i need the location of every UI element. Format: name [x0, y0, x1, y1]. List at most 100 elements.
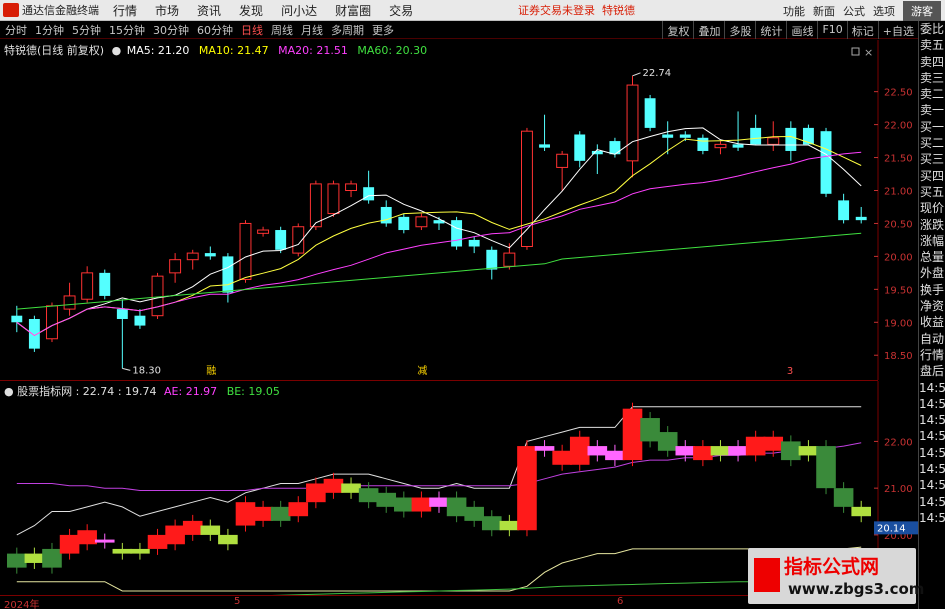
candle-body-up	[81, 272, 94, 300]
side-panel-item[interactable]: 14:50	[919, 461, 945, 477]
candle-body-down	[697, 137, 709, 151]
menu-new-page[interactable]: 新面	[813, 3, 835, 19]
period-15min[interactable]: 15分钟	[109, 22, 145, 38]
tool-mark[interactable]: 标记	[846, 21, 878, 39]
menu-formula[interactable]: 公式	[843, 3, 865, 19]
period-1min[interactable]: 1分钟	[35, 22, 64, 38]
side-panel-item[interactable]: 自动	[919, 331, 945, 347]
indicator-bar	[833, 488, 854, 507]
tool-stats[interactable]: 统计	[755, 21, 786, 39]
candle-body-down	[750, 127, 762, 145]
side-panel-item[interactable]: 盘后	[919, 363, 945, 379]
side-panel-item[interactable]: 委比	[919, 21, 945, 37]
menu-discover[interactable]: 发现	[239, 2, 263, 19]
side-panel-item[interactable]: 14:50	[919, 412, 945, 428]
login-notice[interactable]: 证券交易未登录 特锐德	[518, 2, 635, 18]
side-panel-item[interactable]: 14:50	[919, 445, 945, 461]
period-weekly[interactable]: 周线	[271, 22, 293, 38]
side-panel-item[interactable]: 14:50	[919, 477, 945, 493]
period-30min[interactable]: 30分钟	[153, 22, 189, 38]
kline-svg[interactable]: 22.50 22.00 21.50 21.00 20.50 20.00 19.50 19.00…	[0, 40, 918, 380]
side-panel-item[interactable]: 外盘	[919, 265, 945, 281]
menu-news[interactable]: 资讯	[197, 2, 221, 19]
side-panel-item[interactable]: 卖二	[919, 86, 945, 102]
side-panel-item[interactable]: 买三	[919, 151, 945, 167]
period-intraday[interactable]: 分时	[5, 22, 27, 38]
indicator-header: ● 股票指标网 : 22.74 : 19.74 AE: 21.97 BE: 19…	[4, 383, 280, 399]
tool-adjust[interactable]: 复权	[662, 21, 693, 39]
indicator-bar	[253, 506, 273, 521]
period-monthly[interactable]: 月线	[301, 22, 323, 38]
candle-body-up	[169, 259, 182, 274]
indicator-bar	[7, 553, 27, 568]
tool-f10[interactable]: F10	[817, 21, 846, 39]
indicator-bar	[657, 432, 678, 451]
tool-draw[interactable]: 画线	[786, 21, 817, 39]
candle-body-down	[398, 216, 410, 231]
candle-body-down	[732, 144, 744, 148]
menu-wealth[interactable]: 财富圈	[335, 2, 371, 19]
indicator-value-1: : 22.74	[75, 385, 115, 398]
indicator-bar	[675, 446, 696, 456]
indicator-settings-icon[interactable]: ●	[4, 385, 14, 398]
period-multi[interactable]: 多周期	[331, 22, 364, 38]
menu-bar: 通达信金融终端 行情 市场 资讯 发现 问小达 财富圈 交易 证券交易未登录 特…	[0, 0, 945, 21]
menu-market[interactable]: 市场	[155, 2, 179, 19]
side-panel-item[interactable]: 卖五	[919, 37, 945, 53]
event-marker: 3	[787, 366, 793, 377]
side-panel-item[interactable]: 涨幅	[919, 233, 945, 249]
side-panel-item[interactable]: 买四	[919, 168, 945, 184]
side-panel-item[interactable]: 换手	[919, 282, 945, 298]
indicator-value-2: : 19.74	[117, 385, 157, 398]
side-panel-item[interactable]: 涨跌	[919, 217, 945, 233]
side-panel-item[interactable]: 卖三	[919, 70, 945, 86]
indicator-bar	[94, 539, 115, 543]
indicator-chart[interactable]: 22.00 21.00 20.00 20.14 ● 股票指标网 : 22.74 : 1…	[0, 380, 918, 596]
main-kline-chart[interactable]: 22.50 22.00 21.50 21.00 20.50 20.00 19.50 19.00…	[0, 40, 913, 380]
side-panel-item[interactable]: 14:50	[919, 396, 945, 412]
side-panel-item[interactable]: 行情	[919, 347, 945, 363]
price-tick-label: 20.50	[884, 219, 913, 230]
menu-ask[interactable]: 问小达	[281, 2, 317, 19]
tool-add-watchlist[interactable]: +自选	[877, 21, 918, 39]
stock-name: 特锐德	[4, 44, 37, 57]
side-panel-item[interactable]: 买一	[919, 119, 945, 135]
side-panel-item[interactable]: 14:50	[919, 510, 945, 526]
low-price-label: 18.30	[132, 365, 161, 376]
settings-icon[interactable]: ●	[112, 44, 122, 57]
tool-multi-stock[interactable]: 多股	[724, 21, 755, 39]
side-panel-item[interactable]: 买五	[919, 184, 945, 200]
side-panel-item[interactable]: 14:50	[919, 380, 945, 396]
candle-body-down	[99, 272, 111, 296]
indicator-bar	[499, 520, 520, 531]
side-panel-item[interactable]: 卖四	[919, 54, 945, 70]
main-chart-header: 特锐德(日线 前复权) ● MA5: 21.20 MA10: 21.47 MA2…	[4, 42, 427, 58]
candle-body-up	[239, 222, 252, 280]
candle-body-down	[468, 239, 480, 247]
menu-trade[interactable]: 交易	[389, 2, 413, 19]
side-panel-item[interactable]: 14:50	[919, 494, 945, 510]
side-panel-item[interactable]: 净资	[919, 298, 945, 314]
chart-mode: (日线 前复权)	[37, 44, 105, 57]
period-60min[interactable]: 60分钟	[197, 22, 233, 38]
side-panel-item[interactable]: 14:50	[919, 428, 945, 444]
candle-body-down	[785, 127, 797, 151]
side-panel-item[interactable]: 现价	[919, 200, 945, 216]
period-more[interactable]: 更多	[372, 22, 394, 38]
menu-quotes[interactable]: 行情	[113, 2, 137, 19]
side-panel-item[interactable]: 总量	[919, 249, 945, 265]
side-panel-item[interactable]: 卖一	[919, 102, 945, 118]
indicator-bar	[605, 450, 625, 461]
indicator-bar	[745, 436, 766, 456]
menu-function[interactable]: 功能	[783, 3, 805, 19]
menu-options[interactable]: 选项	[873, 3, 895, 19]
period-5min[interactable]: 5分钟	[72, 22, 101, 38]
period-daily[interactable]: 日线	[241, 22, 263, 38]
tool-overlay[interactable]: 叠加	[693, 21, 724, 39]
side-panel-item[interactable]: 买二	[919, 135, 945, 151]
price-tick-label: 22.50	[884, 88, 913, 99]
guest-button[interactable]: 游客	[903, 0, 941, 21]
indicator-bar	[798, 446, 819, 456]
indicator-bar	[182, 520, 203, 535]
side-panel-item[interactable]: 收益	[919, 314, 945, 330]
